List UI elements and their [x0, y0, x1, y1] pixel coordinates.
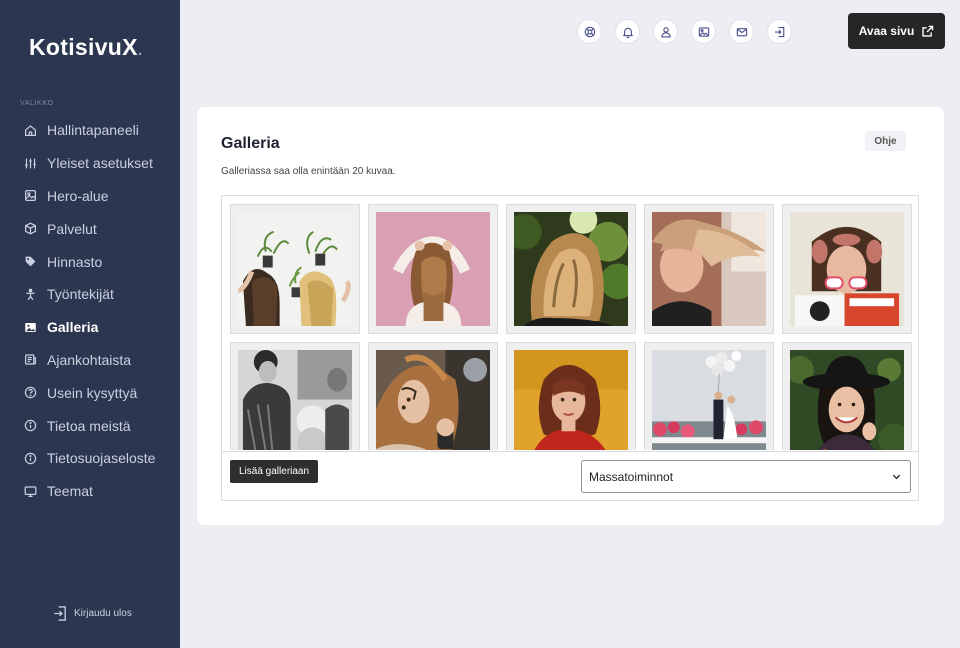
support-icon[interactable]: [577, 19, 602, 44]
sidebar-item-label: Ajankohtaista: [47, 351, 132, 368]
hands-in-hair-pink-photo: [376, 212, 490, 326]
home-icon: [23, 123, 37, 137]
gallery-item[interactable]: [506, 342, 636, 450]
sidebar-menu: Hallintapaneeli Yleiset asetukset Hero-a…: [0, 114, 180, 508]
chevron-down-icon: [892, 474, 901, 480]
monitor-icon: [23, 484, 37, 498]
logout-icon[interactable]: [767, 19, 792, 44]
sidebar: KotisivuX. VALIKKO Hallintapaneeli Yleis…: [0, 0, 180, 648]
gallery-footer: Lisää galleriaan Massatoiminnot: [222, 451, 918, 500]
red-sweater-woman-photo: [514, 350, 628, 450]
gallery-container: Lisää galleriaan Massatoiminnot: [221, 195, 919, 501]
gallery-item[interactable]: [506, 204, 636, 334]
sidebar-item-teemat[interactable]: Teemat: [0, 475, 180, 508]
person-icon: [23, 287, 37, 301]
logout-icon: [54, 606, 66, 621]
logo-dot: .: [137, 42, 143, 59]
sidebar-item-tyontekijat[interactable]: Työntekijät: [0, 278, 180, 311]
gallery-description: Galleriassa saa olla enintään 20 kuvaa.: [221, 166, 396, 177]
sidebar-item-label: Hallintapaneeli: [47, 122, 139, 139]
topbar-icons: [577, 19, 805, 44]
gallery-item[interactable]: [230, 342, 360, 450]
info-icon: [23, 451, 37, 465]
box-icon: [23, 222, 37, 236]
info-icon: [23, 419, 37, 433]
wedding-balloons-photo: [652, 350, 766, 450]
bulk-actions-label: Massatoiminnot: [589, 469, 674, 484]
mail-icon[interactable]: [729, 19, 754, 44]
sliders-icon: [23, 156, 37, 170]
vintage-salon-photo: [238, 350, 352, 450]
logo[interactable]: KotisivuX.: [29, 34, 143, 61]
user-icon[interactable]: [653, 19, 678, 44]
sidebar-item-label: Työntekijät: [47, 286, 114, 303]
open-site-label: Avaa sivu: [858, 24, 915, 38]
sidebar-item-usein-kysyttya[interactable]: Usein kysyttyä: [0, 376, 180, 409]
gallery-item[interactable]: [782, 204, 912, 334]
open-site-button[interactable]: Avaa sivu: [848, 13, 945, 49]
logo-text: KotisivuX: [29, 34, 138, 60]
sidebar-item-ajankohtaista[interactable]: Ajankohtaista: [0, 344, 180, 377]
sidebar-item-label: Yleiset asetukset: [47, 155, 153, 172]
add-to-gallery-button[interactable]: Lisää galleriaan: [230, 460, 319, 483]
gallery-card: Galleria Ohje Galleriassa saa olla enint…: [197, 107, 944, 525]
curlers-sunglasses-photo: [790, 212, 904, 326]
gallery-item[interactable]: [782, 342, 912, 450]
gallery-item[interactable]: [230, 204, 360, 334]
gallery-item[interactable]: [368, 342, 498, 450]
two-women-with-plants-photo: [238, 212, 352, 326]
question-icon: [23, 386, 37, 400]
sidebar-item-hallintapaneeli[interactable]: Hallintapaneeli: [0, 114, 180, 147]
bulk-actions-select[interactable]: Massatoiminnot: [581, 460, 911, 493]
blonde-wind-hair-photo: [652, 212, 766, 326]
sidebar-item-label: Palvelut: [47, 220, 97, 237]
wavy-hair-greenery-photo: [514, 212, 628, 326]
sidebar-item-label: Usein kysyttyä: [47, 384, 138, 401]
gallery-grid: [230, 204, 912, 450]
makeup-artist-photo: [376, 350, 490, 450]
newspaper-icon: [23, 353, 37, 367]
bell-icon[interactable]: [615, 19, 640, 44]
page-title: Galleria: [221, 135, 280, 152]
help-button[interactable]: Ohje: [865, 131, 906, 151]
sidebar-item-label: Tietoa meistä: [47, 417, 131, 434]
image-icon[interactable]: [691, 19, 716, 44]
image-icon: [23, 320, 37, 334]
logout-label: Kirjaudu ulos: [74, 608, 132, 619]
logout-link[interactable]: Kirjaudu ulos: [53, 605, 132, 622]
sidebar-item-tietosuojaseloste[interactable]: Tietosuojaseloste: [0, 442, 180, 475]
sidebar-item-label: Tietosuojaseloste: [47, 450, 156, 467]
sidebar-item-label: Teemat: [47, 483, 93, 500]
gallery-item[interactable]: [644, 204, 774, 334]
sidebar-item-label: Hero-alue: [47, 187, 109, 204]
sidebar-item-label: Hinnasto: [47, 253, 103, 270]
external-link-icon: [922, 25, 934, 37]
gallery-item[interactable]: [368, 204, 498, 334]
sidebar-item-tietoa-meista[interactable]: Tietoa meistä: [0, 409, 180, 442]
sidebar-item-galleria[interactable]: Galleria: [0, 311, 180, 344]
gallery-item[interactable]: [644, 342, 774, 450]
sidebar-item-palvelut[interactable]: Palvelut: [0, 212, 180, 245]
black-hat-smile-photo: [790, 350, 904, 450]
menu-heading: VALIKKO: [20, 100, 54, 107]
hero-image-icon: [23, 189, 37, 203]
tag-icon: [23, 255, 37, 269]
sidebar-item-hinnasto[interactable]: Hinnasto: [0, 245, 180, 278]
sidebar-item-label: Galleria: [47, 319, 99, 336]
sidebar-item-hero-alue[interactable]: Hero-alue: [0, 180, 180, 213]
sidebar-item-yleiset-asetukset[interactable]: Yleiset asetukset: [0, 147, 180, 180]
